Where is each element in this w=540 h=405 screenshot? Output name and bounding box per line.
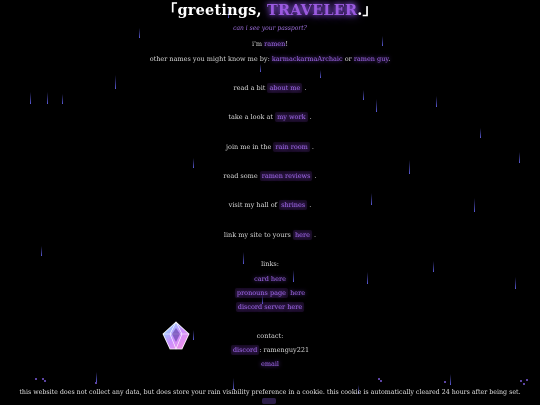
sparkle xyxy=(523,383,525,385)
discord-server-link[interactable]: discord server here xyxy=(235,302,305,312)
sparkle xyxy=(95,382,97,384)
traveler-text: TRAVELER xyxy=(267,2,358,19)
cookie-notice: this website does not collect any data, … xyxy=(19,389,521,396)
other-names-prefix: other names you might know me by: xyxy=(149,55,272,63)
sparkle xyxy=(42,378,44,380)
contact-heading: contact: xyxy=(256,332,284,340)
raindrop xyxy=(436,96,437,107)
nav-linkback: link my site to yours here . xyxy=(0,230,540,240)
raindrop xyxy=(519,152,520,163)
sparkle xyxy=(44,380,46,382)
nav-shrines-suffix: . xyxy=(307,201,312,209)
sparkle xyxy=(380,380,382,382)
page-title: 「greetings, TRAVELER.」 xyxy=(0,2,540,19)
crystal-icon[interactable] xyxy=(160,320,192,352)
nav-reviews-prefix: read some xyxy=(223,172,260,180)
raindrop xyxy=(480,128,481,138)
nav-about-prefix: read a bit xyxy=(233,84,268,92)
discord-username: : ramenguy221 xyxy=(259,346,310,354)
nav-about: read a bit about me . xyxy=(0,83,540,93)
pronouns-link-line: pronouns page here xyxy=(0,288,540,298)
nav-rain-suffix: . xyxy=(309,143,314,151)
rain-toggle[interactable] xyxy=(262,398,276,404)
raindrop xyxy=(62,94,63,104)
about-me-link[interactable]: about me xyxy=(267,83,303,93)
nav-work-prefix: take a look at xyxy=(228,113,276,121)
raindrop xyxy=(260,64,261,72)
intro-excl: ! xyxy=(285,40,288,48)
nav-work: take a look at my work . xyxy=(0,112,540,122)
nav-rain-prefix: join me in the xyxy=(226,143,274,151)
raindrop xyxy=(320,70,321,78)
nav-shrines-prefix: visit my hall of xyxy=(228,201,280,209)
nav-linkback-suffix: . xyxy=(311,231,317,239)
other-names-line: other names you might know me by: karmac… xyxy=(0,56,540,63)
links-heading: links: xyxy=(261,260,279,268)
nav-linkback-prefix: link my site to yours xyxy=(223,231,293,239)
intro-prefix: i'm xyxy=(252,40,265,48)
raindrop xyxy=(376,99,377,112)
other-names-or: or xyxy=(342,55,354,63)
raindrop xyxy=(30,92,31,104)
alias-link-2[interactable]: ramen guy xyxy=(354,55,388,63)
sparkle xyxy=(35,378,37,380)
passport-link[interactable]: can i see your passport? xyxy=(0,26,540,32)
discord-contact-line: discord: ramenguy221 xyxy=(0,345,540,355)
sparkle xyxy=(444,381,446,383)
nav-reviews: read some ramen reviews . xyxy=(0,171,540,181)
greeting-text: greetings, xyxy=(177,2,268,19)
pronouns-here-link[interactable]: here xyxy=(288,289,305,297)
nav-about-suffix: . xyxy=(302,84,307,92)
ramen-reviews-link[interactable]: ramen reviews xyxy=(259,171,313,181)
name-link[interactable]: ramen xyxy=(264,40,285,48)
sparkle xyxy=(378,378,380,380)
bracket-close: 」 xyxy=(362,2,378,19)
raindrop xyxy=(409,160,410,174)
other-names-end: . xyxy=(388,55,391,63)
nav-work-suffix: . xyxy=(307,113,312,121)
rain-room-link[interactable]: rain room xyxy=(273,142,310,152)
link-here[interactable]: here xyxy=(292,230,312,240)
discord-contact-link[interactable]: discord xyxy=(230,345,260,355)
pronouns-page-link[interactable]: pronouns page xyxy=(234,288,289,298)
nav-shrines: visit my hall of shrines . xyxy=(0,200,540,210)
alias-link-1[interactable]: karmackarmaArchaic xyxy=(272,55,343,63)
email-line: email xyxy=(0,361,540,368)
raindrop xyxy=(193,158,194,168)
intro-line: i'm ramen! xyxy=(0,41,540,48)
sparkle xyxy=(526,379,528,381)
raindrop xyxy=(363,90,364,100)
raindrop xyxy=(41,246,42,256)
sparkle xyxy=(520,380,522,382)
raindrop xyxy=(450,374,451,385)
bracket-open: 「 xyxy=(162,2,178,19)
shrines-link[interactable]: shrines xyxy=(279,200,308,210)
raindrop xyxy=(47,92,48,104)
nav-rain-room: join me in the rain room . xyxy=(0,142,540,152)
my-work-link[interactable]: my work xyxy=(275,112,308,122)
raindrop xyxy=(96,372,97,382)
email-link[interactable]: email xyxy=(261,360,279,368)
card-link-line: card here xyxy=(0,276,540,283)
card-link[interactable]: card here xyxy=(254,275,286,283)
nav-reviews-suffix: . xyxy=(312,172,317,180)
discord-server-line: discord server here xyxy=(0,302,540,312)
